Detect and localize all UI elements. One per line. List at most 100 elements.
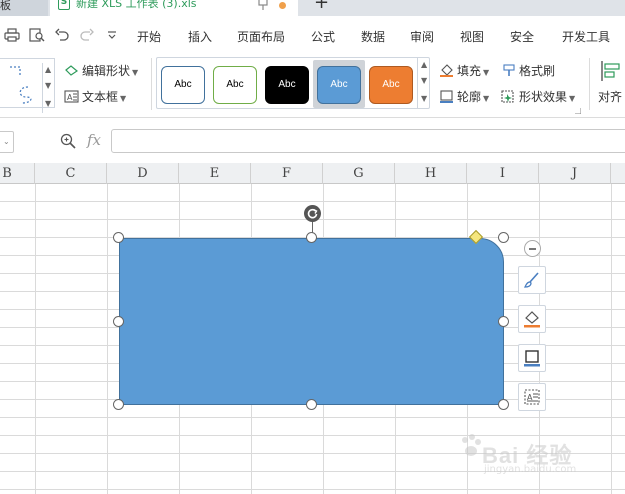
resize-handle-bottom-left[interactable] [113,399,124,410]
shape-gallery-scrollbar[interactable]: ▲ ▼ ▼ [42,63,54,113]
edit-shape-icon [65,65,79,76]
undo-icon[interactable] [55,28,69,42]
resize-handle-top-left[interactable] [113,232,124,243]
shape-gallery[interactable]: ▲ ▼ ▼ [0,58,55,113]
menu-formulas[interactable]: 公式 [311,28,335,45]
ribbon-group-launcher-icon[interactable] [575,108,581,114]
outline-pen-icon [440,90,453,103]
menu-developer-tools[interactable]: 开发工具 [562,28,610,45]
fill-button[interactable]: 填充 ▼ [439,62,489,79]
menu-bar: 开始 插入 页面布局 公式 数据 审阅 视图 安全 开发工具 [0,16,625,54]
resize-handle-left[interactable] [113,316,124,327]
menu-view[interactable]: 视图 [460,28,484,45]
previous-tab-label: 板 [0,0,11,12]
dropdown-arrow-icon: ▼ [483,68,490,77]
shape-outline-button[interactable] [518,344,546,372]
shape-effects-button[interactable]: 形状效果 ▼ [501,88,575,105]
text-box-icon: A [64,90,79,103]
gridline [0,201,625,202]
menu-page-layout[interactable]: 页面布局 [237,28,285,45]
shape-fill-button[interactable] [518,305,546,333]
svg-text:A: A [67,93,73,102]
menu-data[interactable]: 数据 [361,28,385,45]
formula-bar: ⌄ fx [0,125,625,157]
expand-gallery-icon[interactable]: ▼ [45,99,51,108]
expand-gallery-icon[interactable]: ▼ [421,94,427,103]
style-swatch-4[interactable]: Abc [317,66,361,104]
resize-handle-bottom-right[interactable] [498,399,509,410]
shape-effects-label: 形状效果 [519,90,568,104]
align-label: 对齐 [598,90,623,104]
insert-function-button[interactable]: fx [87,131,101,149]
format-painter-icon [503,64,515,76]
paintbrush-icon [523,272,539,288]
menu-review[interactable]: 审阅 [410,28,434,45]
tab-pin-icon[interactable] [257,0,269,11]
paw-logo-icon [462,434,481,456]
gridline [35,184,36,494]
fill-label: 填充 [457,64,482,78]
zoom-formula-icon[interactable] [60,133,76,149]
scroll-down-icon[interactable]: ▼ [45,81,51,90]
format-painter-button[interactable]: 格式刷 [501,62,555,79]
dropdown-arrow-icon: ▼ [483,94,490,103]
column-header-row: B C D E F G H I J [0,163,625,184]
resize-handle-right[interactable] [498,316,509,327]
column-header-c[interactable]: C [35,163,107,184]
style-gallery-scrollbar[interactable]: ▲ ▼ ▼ [417,58,430,108]
redo-icon[interactable] [80,28,94,42]
style-swatch-3[interactable]: Abc [265,66,309,104]
name-box-dropdown[interactable]: ⌄ [0,131,14,153]
style-swatch-2[interactable]: Abc [213,66,257,104]
paint-bucket-icon [440,64,453,77]
gridline [107,184,108,494]
formula-input[interactable] [111,129,625,153]
scroll-down-icon[interactable]: ▼ [421,76,427,85]
dropdown-arrow-icon: ▼ [132,68,139,77]
align-icon [601,61,620,81]
shape-style-gallery: Abc Abc Abc Abc Abc ▲ ▼ ▼ [156,57,430,109]
customize-quick-access-icon[interactable] [107,28,117,42]
rotate-icon [307,208,318,219]
selected-rounded-rectangle-shape[interactable] [119,238,504,405]
column-header-h[interactable]: H [395,163,467,184]
menu-insert[interactable]: 插入 [188,28,212,45]
dropdown-arrow-icon: ▼ [120,94,127,103]
text-box-button[interactable]: A 文本框 ▼ [64,88,126,105]
baidu-jingyan-watermark: Bai 经验 jingyan.baidu.com [460,428,620,488]
scroll-up-icon[interactable]: ▲ [45,65,51,74]
resize-handle-top[interactable] [306,232,317,243]
rotate-handle[interactable] [304,205,321,222]
menu-security[interactable]: 安全 [510,28,534,45]
resize-handle-bottom[interactable] [306,399,317,410]
watermark-url: jingyan.baidu.com [484,464,577,475]
shape-thumbnails-icon [10,66,32,104]
collapse-toolbar-button[interactable] [524,240,541,257]
resize-handle-top-right[interactable] [498,232,509,243]
menu-home[interactable]: 开始 [137,28,161,45]
column-header-i[interactable]: I [467,163,539,184]
column-header-g[interactable]: G [323,163,395,184]
new-tab-button[interactable]: + [314,0,329,12]
previous-document-tab[interactable]: 板 [0,0,48,16]
gridline [0,417,625,418]
print-icon[interactable] [4,28,20,42]
print-preview-icon[interactable] [29,28,45,42]
edit-shape-button[interactable]: 编辑形状 ▼ [64,62,138,79]
column-header-j[interactable]: J [539,163,611,184]
outline-button[interactable]: 轮廓 ▼ [439,88,489,105]
scroll-up-icon[interactable]: ▲ [421,60,427,69]
column-header-e[interactable]: E [179,163,251,184]
document-tab-bar: 板 S 新建 XLS 工作表 (3).xls + [0,0,625,16]
column-header-d[interactable]: D [107,163,179,184]
outline-label: 轮廓 [457,90,482,104]
style-swatch-1[interactable]: Abc [161,66,205,104]
style-swatch-5[interactable]: Abc [369,66,413,104]
unsaved-changes-dot [279,2,286,9]
column-header-b[interactable]: B [0,163,35,184]
column-header-f[interactable]: F [251,163,323,184]
shape-style-button[interactable] [518,266,546,294]
spreadsheet-file-icon: S [58,0,70,10]
wrap-text-layout-button[interactable]: A [518,383,546,411]
format-painter-label: 格式刷 [519,64,556,78]
